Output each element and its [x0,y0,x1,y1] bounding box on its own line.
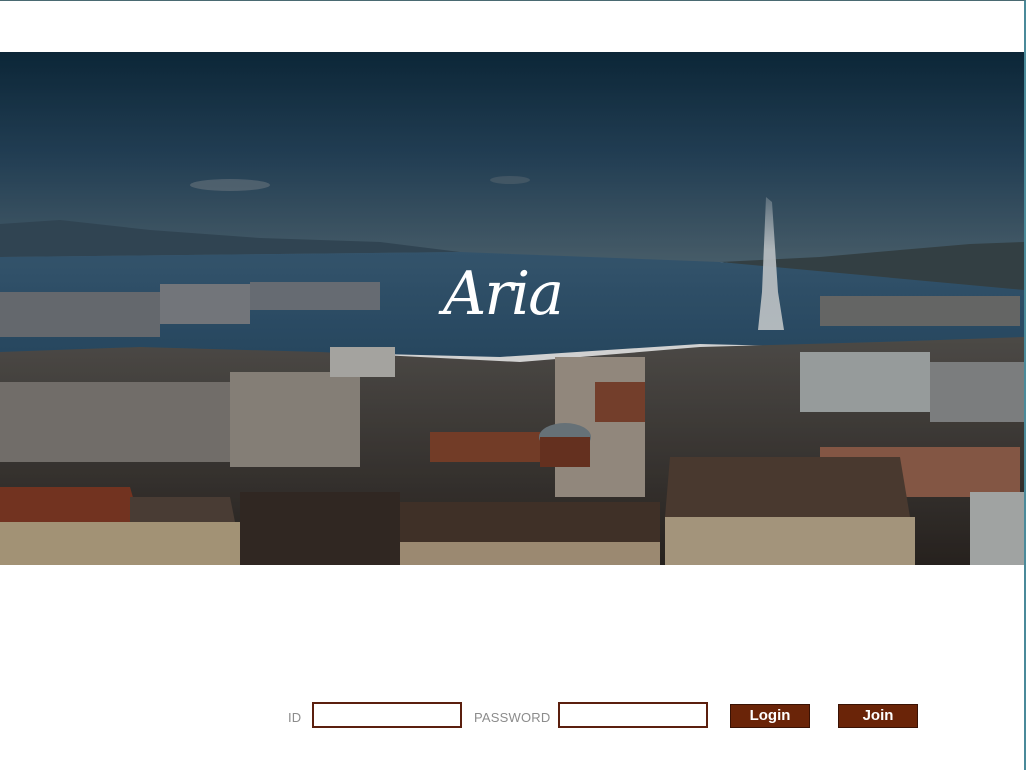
join-button[interactable]: Join [838,704,918,728]
login-form: ID PASSWORD Login Join [0,701,1024,733]
password-label: PASSWORD [474,710,551,725]
id-input[interactable] [312,702,462,728]
login-page: Aria ID PASSWORD Login Join [0,0,1026,770]
login-button[interactable]: Login [730,704,810,728]
hero-banner: Aria [0,52,1024,565]
header-bar [0,1,1024,51]
brand-logo: Aria [443,259,564,329]
password-input[interactable] [558,702,708,728]
id-label: ID [288,710,302,725]
